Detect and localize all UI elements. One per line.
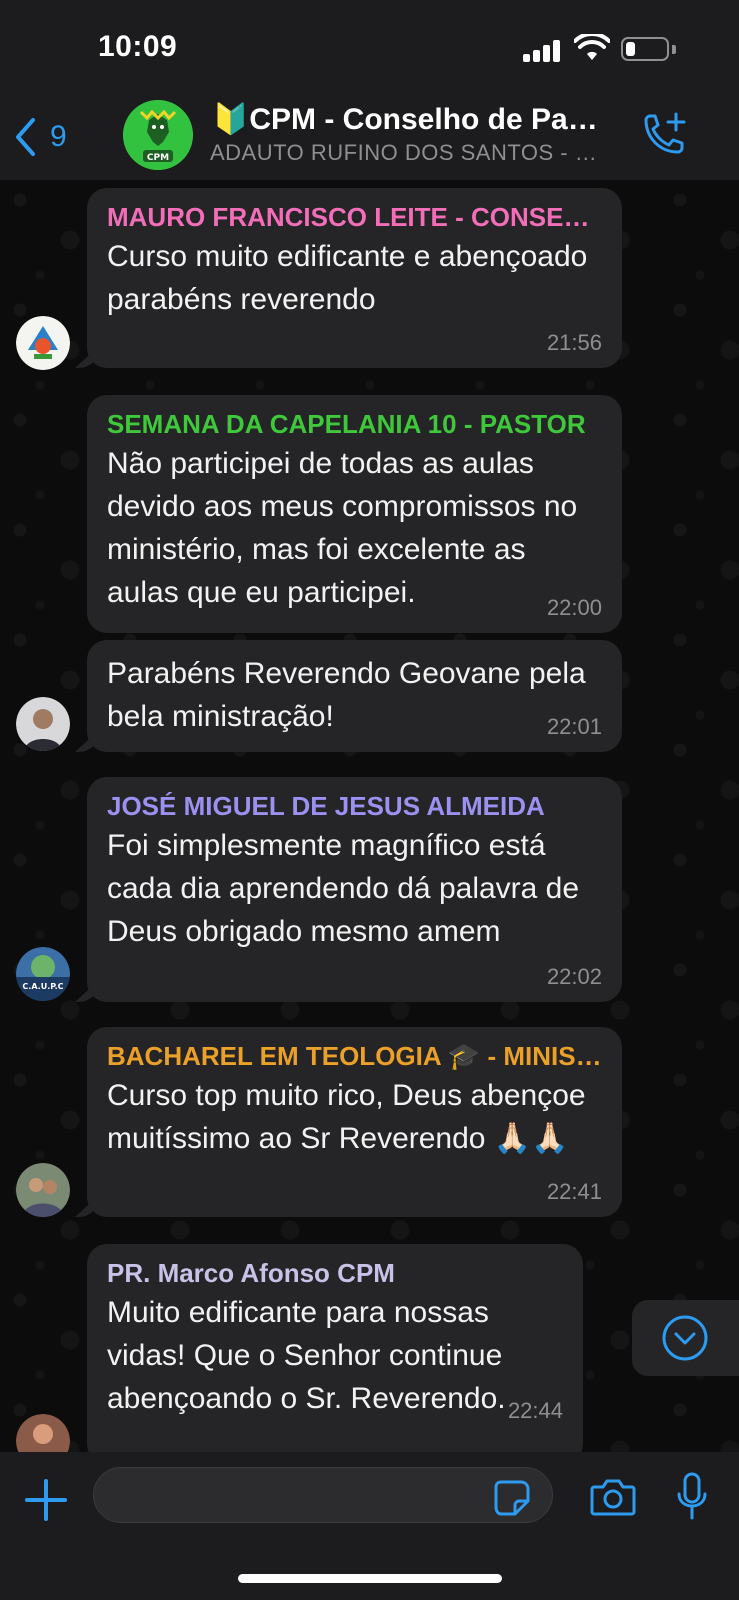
sender-avatar[interactable] [16, 316, 70, 370]
message-sender: MAURO FRANCISCO LEITE - CONSELHEIRO [107, 202, 602, 232]
group-title[interactable]: 🔰CPM - Conselho de Pastores e Ministros [212, 102, 612, 137]
svg-text:C.A.U.P.C: C.A.U.P.C [22, 982, 63, 991]
message-bubble[interactable]: JOSÉ MIGUEL DE JESUS ALMEIDA Foi simples… [87, 777, 622, 1002]
message-time: 21:56 [546, 330, 602, 355]
message-text: Curso muito edificante e abençoado parab… [107, 240, 588, 316]
message-text: Não participei de todas as aulas devido … [107, 447, 578, 609]
message-sender: BACHAREL EM TEOLOGIA 🎓 - MINISTRO [107, 1041, 602, 1071]
chat-header: 9 CPM 🔰CPM - Conselho de Pastores e Mini… [0, 100, 739, 181]
message-bubble[interactable]: BACHAREL EM TEOLOGIA 🎓 - MINISTRO Curso … [87, 1027, 622, 1217]
message-time: 22:01 [546, 714, 602, 739]
wifi-icon [574, 34, 610, 60]
message-time: 22:02 [546, 964, 602, 989]
message-input[interactable] [93, 1467, 553, 1523]
unread-count: 9 [50, 120, 67, 153]
group-avatar[interactable]: CPM [123, 100, 193, 170]
message-time: 22:41 [546, 1179, 602, 1204]
message-sender: JOSÉ MIGUEL DE JESUS ALMEIDA [107, 791, 545, 821]
back-button[interactable]: 9 [14, 112, 84, 162]
message-sender: PR. Marco Afonso CPM [107, 1258, 395, 1288]
sender-avatar[interactable] [16, 697, 70, 751]
svg-text:CPM: CPM [147, 153, 169, 163]
add-call-icon[interactable] [638, 110, 688, 160]
message-bubble[interactable]: SEMANA DA CAPELANIA 10 - PASTOR Não part… [87, 395, 622, 633]
message-text: Parabéns Reverendo Geovane pela bela min… [107, 657, 586, 733]
message-text: Foi simplesmente magnífico está cada dia… [107, 829, 580, 948]
status-bar: 10:09 [0, 0, 739, 100]
sender-avatar[interactable] [16, 1163, 70, 1217]
back-chevron-icon [16, 118, 35, 156]
message-bubble[interactable]: Parabéns Reverendo Geovane pela bela min… [87, 640, 622, 752]
status-time: 10:09 [98, 30, 178, 63]
sticker-icon[interactable] [493, 1479, 531, 1517]
sender-avatar[interactable]: C.A.U.P.C [16, 947, 70, 1001]
scroll-down-button[interactable] [632, 1300, 739, 1376]
group-members: ADAUTO RUFINO DOS SANTOS - … [210, 140, 598, 165]
plus-icon[interactable] [24, 1478, 68, 1522]
message-time: 22:00 [546, 595, 602, 620]
message-bubble[interactable]: PR. Marco Afonso CPM Muito edificante pa… [87, 1244, 583, 1464]
message-text: Muito edificante para nossas vidas! Que … [107, 1296, 506, 1415]
message-bubble[interactable]: MAURO FRANCISCO LEITE - CONSELHEIRO Curs… [87, 188, 622, 368]
message-text: Curso top muito rico, Deus abençoe muití… [107, 1079, 586, 1155]
message-time: 22:44 [507, 1398, 563, 1423]
home-indicator[interactable] [238, 1574, 502, 1583]
camera-icon[interactable] [590, 1477, 636, 1517]
battery-icon [621, 37, 669, 61]
scroll-down-icon [662, 1315, 708, 1361]
signal-icon [523, 38, 563, 62]
microphone-icon[interactable] [676, 1472, 708, 1522]
message-sender: SEMANA DA CAPELANIA 10 - PASTOR [107, 409, 586, 439]
